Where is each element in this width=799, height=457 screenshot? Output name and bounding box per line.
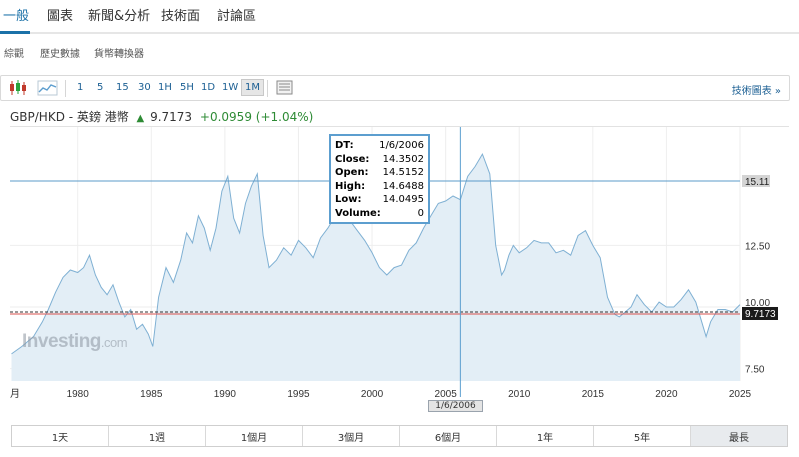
tooltip-key: Close: (335, 153, 370, 165)
instrument-header: GBP/HKD - 英鎊 港幣 ▲ 9.7173 +0.0959 (+1.04%… (10, 108, 313, 125)
tooltip-key: High: (335, 180, 366, 192)
instrument-price: 9.7173 (150, 110, 193, 124)
y-tick-label: 7.50 (745, 365, 765, 376)
y-tick-label: 12.50 (745, 241, 770, 252)
tab-chart[interactable]: 圖表 (47, 5, 73, 24)
tooltip-key: DT: (335, 140, 354, 151)
x-tick-label: 2015 (582, 389, 605, 400)
tooltip-row: Open: 14.5152 (335, 166, 424, 180)
area-chart-icon[interactable] (37, 79, 59, 97)
tooltip-row: DT: 1/6/2006 (335, 139, 424, 153)
interval-1d[interactable]: 1D (201, 82, 215, 93)
interval-1m[interactable]: 1M (241, 79, 264, 96)
interval-1h[interactable]: 1H (158, 82, 172, 93)
tooltip-row: Close: 14.3502 (335, 153, 424, 167)
x-tick-label: 2010 (508, 389, 531, 400)
tooltip-value: 14.5152 (382, 167, 424, 178)
active-tab-underline (0, 31, 30, 34)
table-view-icon[interactable] (274, 79, 296, 97)
subtab-historical-data[interactable]: 歷史數據 (40, 45, 80, 60)
technical-chart-link[interactable]: 技術圖表 » (732, 82, 781, 97)
x-tick-label: 1990 (214, 389, 237, 400)
x-tick-label: 2000 (361, 389, 384, 400)
chart-toolbar: 1 5 15 30 1H 5H 1D 1W 1M 技術圖表 » (0, 75, 790, 101)
subtab-overview[interactable]: 綜觀 (4, 45, 24, 60)
tooltip-row: High: 14.6488 (335, 180, 424, 194)
period-3m[interactable]: 3個月 (303, 426, 400, 446)
tooltip-value: 0 (417, 207, 424, 219)
tooltip-value: 14.6488 (382, 180, 424, 192)
tab-discussion[interactable]: 討論區 (217, 5, 256, 24)
x-tick-label: 1985 (140, 389, 163, 400)
subtab-currency-converter[interactable]: 貨幣轉換器 (94, 45, 144, 60)
period-1y[interactable]: 1年 (497, 426, 594, 446)
top-tabs: 一般 圖表 新聞&分析 技術面 討論區 (0, 0, 799, 34)
tooltip-key: Volume: (335, 207, 381, 219)
crosshair-date-label: 1/6/2006 (428, 400, 483, 412)
last-price-label: 9.7173 (745, 309, 776, 320)
x-tick-label: 2005 (435, 389, 458, 400)
interval-1[interactable]: 1 (77, 82, 83, 93)
tooltip-row: Volume: 0 (335, 207, 424, 221)
interval-30[interactable]: 30 (138, 82, 151, 93)
data-tooltip: DT: 1/6/2006 Close: 14.3502 Open: 14.5152 High… (329, 134, 430, 224)
period-max[interactable]: 最長 (691, 426, 787, 446)
up-arrow-icon: ▲ (136, 113, 145, 124)
x-tick-label: 2025 (729, 389, 752, 400)
toolbar-divider (65, 80, 66, 97)
x-tick-label-cut: 月 (10, 388, 20, 400)
period-5y[interactable]: 5年 (594, 426, 691, 446)
tooltip-value: 1/6/2006 (379, 140, 424, 151)
interval-15[interactable]: 15 (116, 82, 129, 93)
period-1d[interactable]: 1天 (12, 426, 109, 446)
instrument-change: +0.0959 (+1.04%) (199, 110, 314, 124)
tab-general[interactable]: 一般 (3, 5, 29, 24)
period-6m[interactable]: 6個月 (400, 426, 497, 446)
tooltip-row: Low: 14.0495 (335, 193, 424, 207)
level-label: 15.11 (745, 177, 770, 188)
tooltip-value: 14.0495 (382, 194, 424, 205)
toolbar-divider (267, 80, 268, 97)
investing-watermark: Investing.com (22, 331, 128, 353)
x-tick-label: 2020 (655, 389, 678, 400)
x-tick-label: 1980 (67, 389, 90, 400)
watermark-suffix: .com (100, 335, 128, 350)
tab-technical[interactable]: 技術面 (161, 5, 200, 24)
x-tick-label: 1995 (287, 389, 310, 400)
tooltip-key: Low: (335, 194, 362, 205)
interval-5[interactable]: 5 (97, 82, 103, 93)
watermark-brand: Investing (22, 331, 101, 352)
candlestick-icon[interactable] (7, 79, 29, 97)
tooltip-key: Open: (335, 167, 369, 178)
period-selector: 1天 1週 1個月 3個月 6個月 1年 5年 最長 (11, 425, 788, 447)
instrument-name: GBP/HKD - 英鎊 港幣 (10, 110, 129, 124)
tooltip-value: 14.3502 (382, 153, 424, 165)
tab-news-analysis[interactable]: 新聞&分析 (88, 5, 150, 24)
period-1m[interactable]: 1個月 (206, 426, 303, 446)
period-1w[interactable]: 1週 (109, 426, 206, 446)
interval-5h[interactable]: 5H (180, 82, 194, 93)
interval-1w[interactable]: 1W (222, 82, 238, 93)
